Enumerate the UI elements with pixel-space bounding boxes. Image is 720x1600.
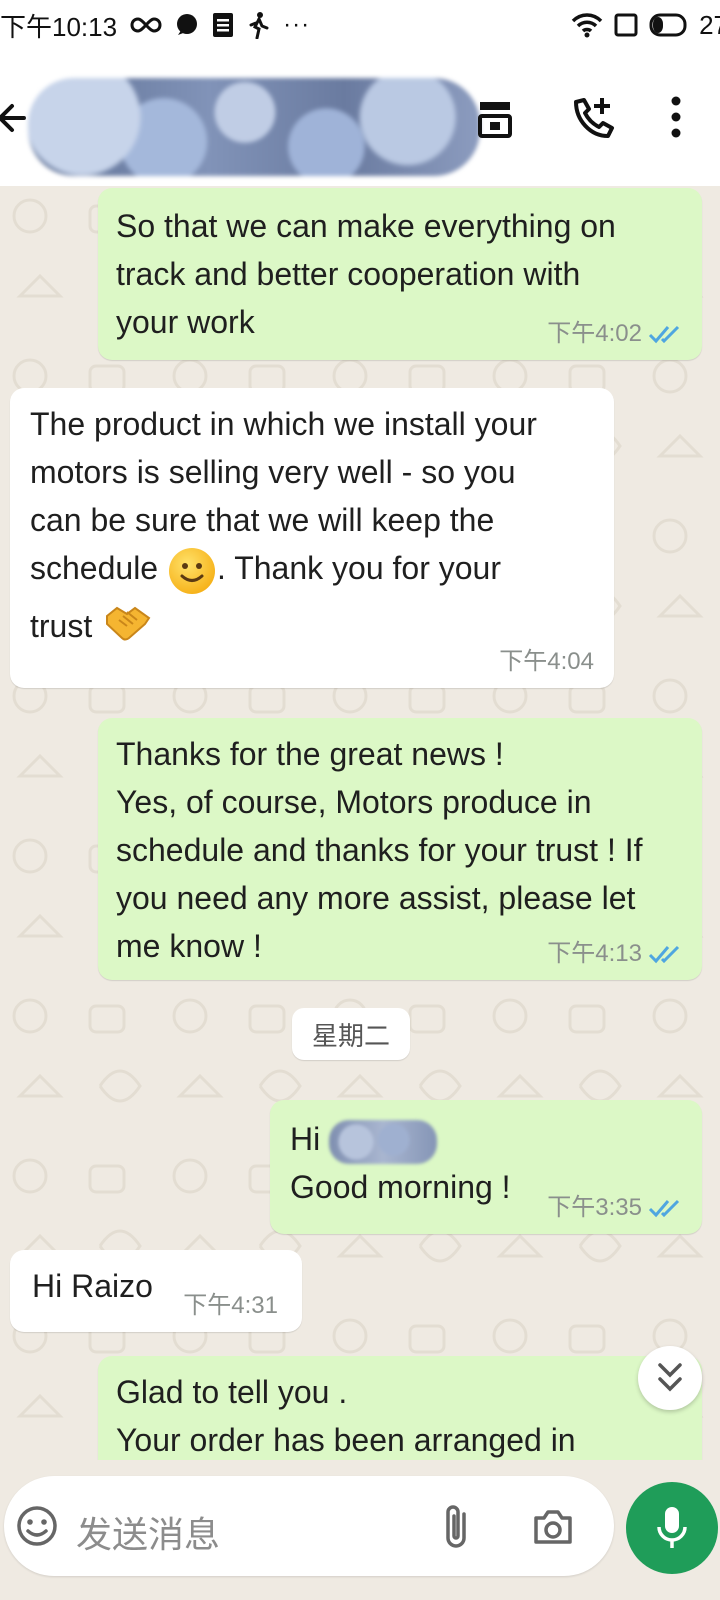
scroll-to-bottom-button[interactable] <box>638 1346 702 1410</box>
wifi-icon <box>571 12 603 38</box>
infinity-icon <box>129 15 163 35</box>
video-call-icon[interactable] <box>476 94 516 145</box>
message-meta: 下午3:35 <box>547 1194 682 1222</box>
status-bar: 下午10:13 ··· 27 <box>0 0 720 50</box>
greeting-line: Good morning ! <box>290 1168 511 1205</box>
message-text: Glad to tell you . <box>116 1374 348 1410</box>
emoji-icon[interactable] <box>14 1502 60 1555</box>
message-text-part: trust <box>30 607 102 644</box>
more-notifications-icon: ··· <box>283 11 311 38</box>
chat-bubble-icon <box>175 13 199 37</box>
battery-icon <box>649 13 689 37</box>
message-text: The product in which we install your mot… <box>30 400 596 658</box>
read-receipt-icon <box>648 323 682 345</box>
message-bubble-outgoing[interactable]: So that we can make everything on track … <box>98 188 702 360</box>
redacted-name <box>329 1119 438 1164</box>
message-bubble-outgoing[interactable]: Thanks for the great news ! Yes, of cour… <box>98 718 702 980</box>
add-call-icon[interactable] <box>570 94 616 147</box>
message-text: Thanks for the great news ! Yes, of cour… <box>116 736 643 964</box>
message-input[interactable]: 发送消息 <box>4 1476 614 1576</box>
message-input-placeholder: 发送消息 <box>76 1514 221 1555</box>
camera-icon[interactable] <box>530 1502 576 1555</box>
read-receipt-icon <box>648 943 682 965</box>
handshake-emoji-icon <box>105 602 151 655</box>
battery-level: 27 <box>699 9 720 40</box>
voice-message-button[interactable] <box>626 1482 718 1574</box>
attach-icon[interactable] <box>440 1502 474 1557</box>
message-time: 下午3:35 <box>547 1194 642 1221</box>
message-time: 下午4:31 <box>183 1292 278 1319</box>
message-meta: 下午4:04 <box>499 648 594 676</box>
message-time: 下午4:13 <box>547 940 642 967</box>
message-bubble-outgoing[interactable]: Glad to tell you . Your order has been a… <box>98 1356 702 1460</box>
sim-icon <box>613 12 639 38</box>
walking-icon <box>247 11 271 39</box>
more-vertical-icon[interactable] <box>666 94 686 145</box>
chat-header <box>0 50 720 186</box>
message-meta: 下午4:02 <box>547 320 682 348</box>
microphone-icon <box>657 1507 687 1548</box>
date-divider: 星期二 <box>292 1008 410 1060</box>
message-text-part: . Thank you for your <box>216 550 501 586</box>
contact-name-redacted[interactable] <box>28 78 480 176</box>
message-bubble-incoming[interactable]: The product in which we install your mot… <box>10 388 614 688</box>
message-time: 下午4:02 <box>547 320 642 347</box>
notes-icon <box>211 12 235 38</box>
read-receipt-icon <box>648 1197 682 1219</box>
message-meta: 下午4:31 <box>183 1292 278 1320</box>
message-text-partial: Your order has been arranged in <box>116 1422 576 1458</box>
message-bubble-outgoing[interactable]: Hi Good morning ! 下午3:35 <box>270 1100 702 1234</box>
smiling-face-emoji-icon <box>168 547 215 594</box>
greeting-text: Hi <box>290 1121 330 1157</box>
composer-bar: 发送消息 <box>0 1460 720 1600</box>
double-chevron-down-icon <box>658 1363 682 1392</box>
message-meta: 下午4:13 <box>547 940 682 968</box>
message-list[interactable]: So that we can make everything on track … <box>0 186 720 1460</box>
message-time: 下午4:04 <box>499 648 594 675</box>
message-bubble-incoming[interactable]: Hi Raizo 下午4:31 <box>10 1250 302 1332</box>
status-time: 下午10:13 <box>0 11 118 42</box>
